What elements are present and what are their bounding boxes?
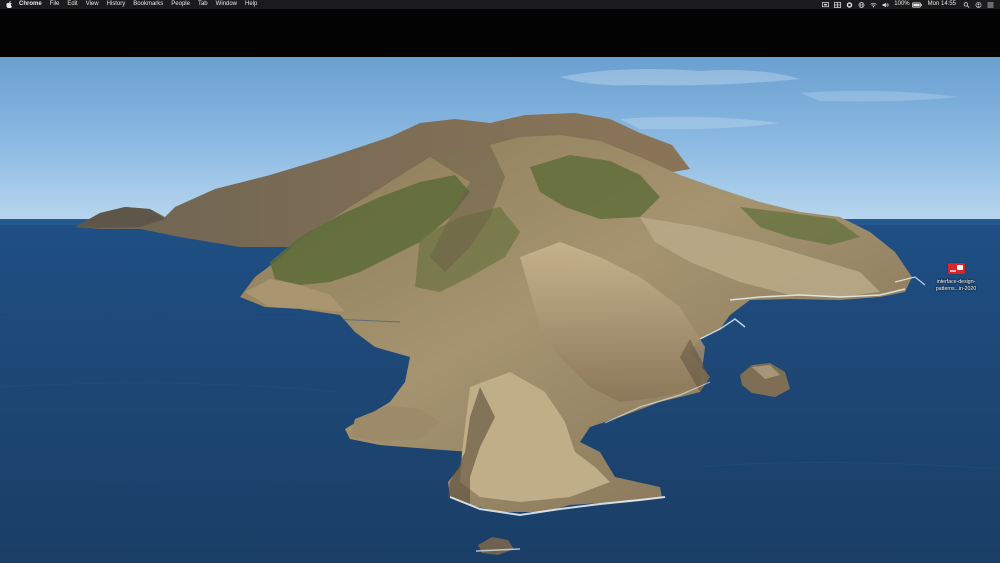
grid-icon[interactable]: [834, 1, 842, 8]
menu-help[interactable]: Help: [245, 0, 257, 9]
desktop-file-name[interactable]: interface-design- patterns...in-2020: [936, 279, 976, 292]
apple-menu-icon[interactable]: [6, 1, 12, 8]
menu-people[interactable]: People: [171, 0, 190, 9]
pdf-document-icon[interactable]: [947, 263, 965, 274]
file-name-line-1: interface-design-: [936, 279, 976, 285]
menu-view[interactable]: View: [86, 0, 99, 9]
status-area: 100% Mon 14:55: [817, 0, 994, 9]
menu-window[interactable]: Window: [216, 0, 237, 9]
menu-file[interactable]: File: [50, 0, 60, 9]
wifi-icon[interactable]: [870, 2, 877, 8]
search-icon[interactable]: [963, 1, 970, 8]
battery-icon[interactable]: [911, 2, 922, 8]
globe-icon[interactable]: [858, 1, 865, 8]
menu-bar: Chrome File Edit View History Bookmarks …: [0, 0, 1000, 9]
control-center-icon[interactable]: [987, 2, 994, 8]
menu-edit[interactable]: Edit: [67, 0, 77, 9]
user-icon[interactable]: [975, 1, 982, 8]
menu-tab[interactable]: Tab: [198, 0, 208, 9]
stop-icon[interactable]: [846, 1, 853, 8]
desktop-wallpaper: [0, 57, 1000, 563]
browser-window-band: [0, 9, 1000, 57]
menu-history[interactable]: History: [107, 0, 126, 9]
battery-percentage[interactable]: 100%: [894, 0, 909, 9]
catalina-island-image: [0, 57, 1000, 563]
volume-icon[interactable]: [882, 2, 889, 8]
file-name-line-2: patterns...in-2020: [935, 285, 977, 292]
menu-bookmarks[interactable]: Bookmarks: [133, 0, 163, 9]
display-icon[interactable]: [822, 1, 830, 8]
desktop-file[interactable]: interface-design- patterns...in-2020: [928, 263, 984, 292]
menu-app-chrome[interactable]: Chrome: [19, 0, 42, 9]
clock[interactable]: Mon 14:55: [928, 0, 956, 9]
